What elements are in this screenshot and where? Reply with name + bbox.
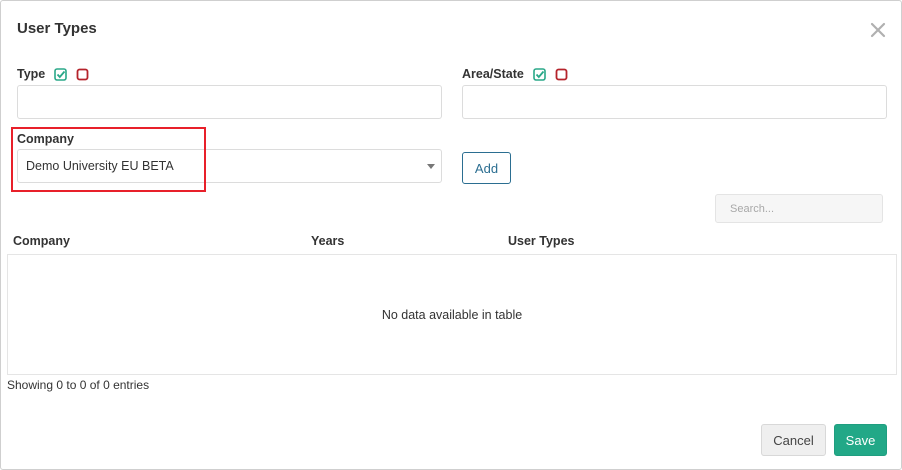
table-info: Showing 0 to 0 of 0 entries xyxy=(7,378,150,392)
user-types-modal: User Types Type Area/State Company Demo … xyxy=(0,0,902,470)
empty-square-icon[interactable] xyxy=(555,68,568,81)
column-header-user-types[interactable]: User Types xyxy=(508,234,574,248)
area-state-input[interactable] xyxy=(462,85,887,119)
column-header-company[interactable]: Company xyxy=(13,234,70,248)
check-square-icon[interactable] xyxy=(54,67,68,81)
close-icon[interactable] xyxy=(867,19,889,41)
type-label: Type xyxy=(17,67,46,81)
empty-square-icon[interactable] xyxy=(76,68,89,81)
save-button[interactable]: Save xyxy=(834,424,887,456)
company-select[interactable]: Demo University EU BETA xyxy=(17,149,442,183)
search-input[interactable] xyxy=(715,194,883,223)
modal-title: User Types xyxy=(17,20,97,37)
check-square-icon[interactable] xyxy=(533,67,546,81)
company-label-row: Company xyxy=(17,132,83,146)
cancel-button[interactable]: Cancel xyxy=(761,424,826,456)
company-label: Company xyxy=(17,132,74,146)
type-input[interactable] xyxy=(17,85,442,119)
table-body: No data available in table xyxy=(7,255,897,375)
column-header-years[interactable]: Years xyxy=(311,234,344,248)
table-header: Company Years User Types xyxy=(7,229,897,255)
area-label: Area/State xyxy=(462,67,524,81)
empty-table-message: No data available in table xyxy=(381,308,523,322)
add-button[interactable]: Add xyxy=(462,152,511,184)
company-selected-value: Demo University EU BETA xyxy=(26,159,174,173)
chevron-down-icon xyxy=(427,164,435,169)
type-label-row: Type xyxy=(17,67,98,81)
area-label-row: Area/State xyxy=(462,67,577,81)
